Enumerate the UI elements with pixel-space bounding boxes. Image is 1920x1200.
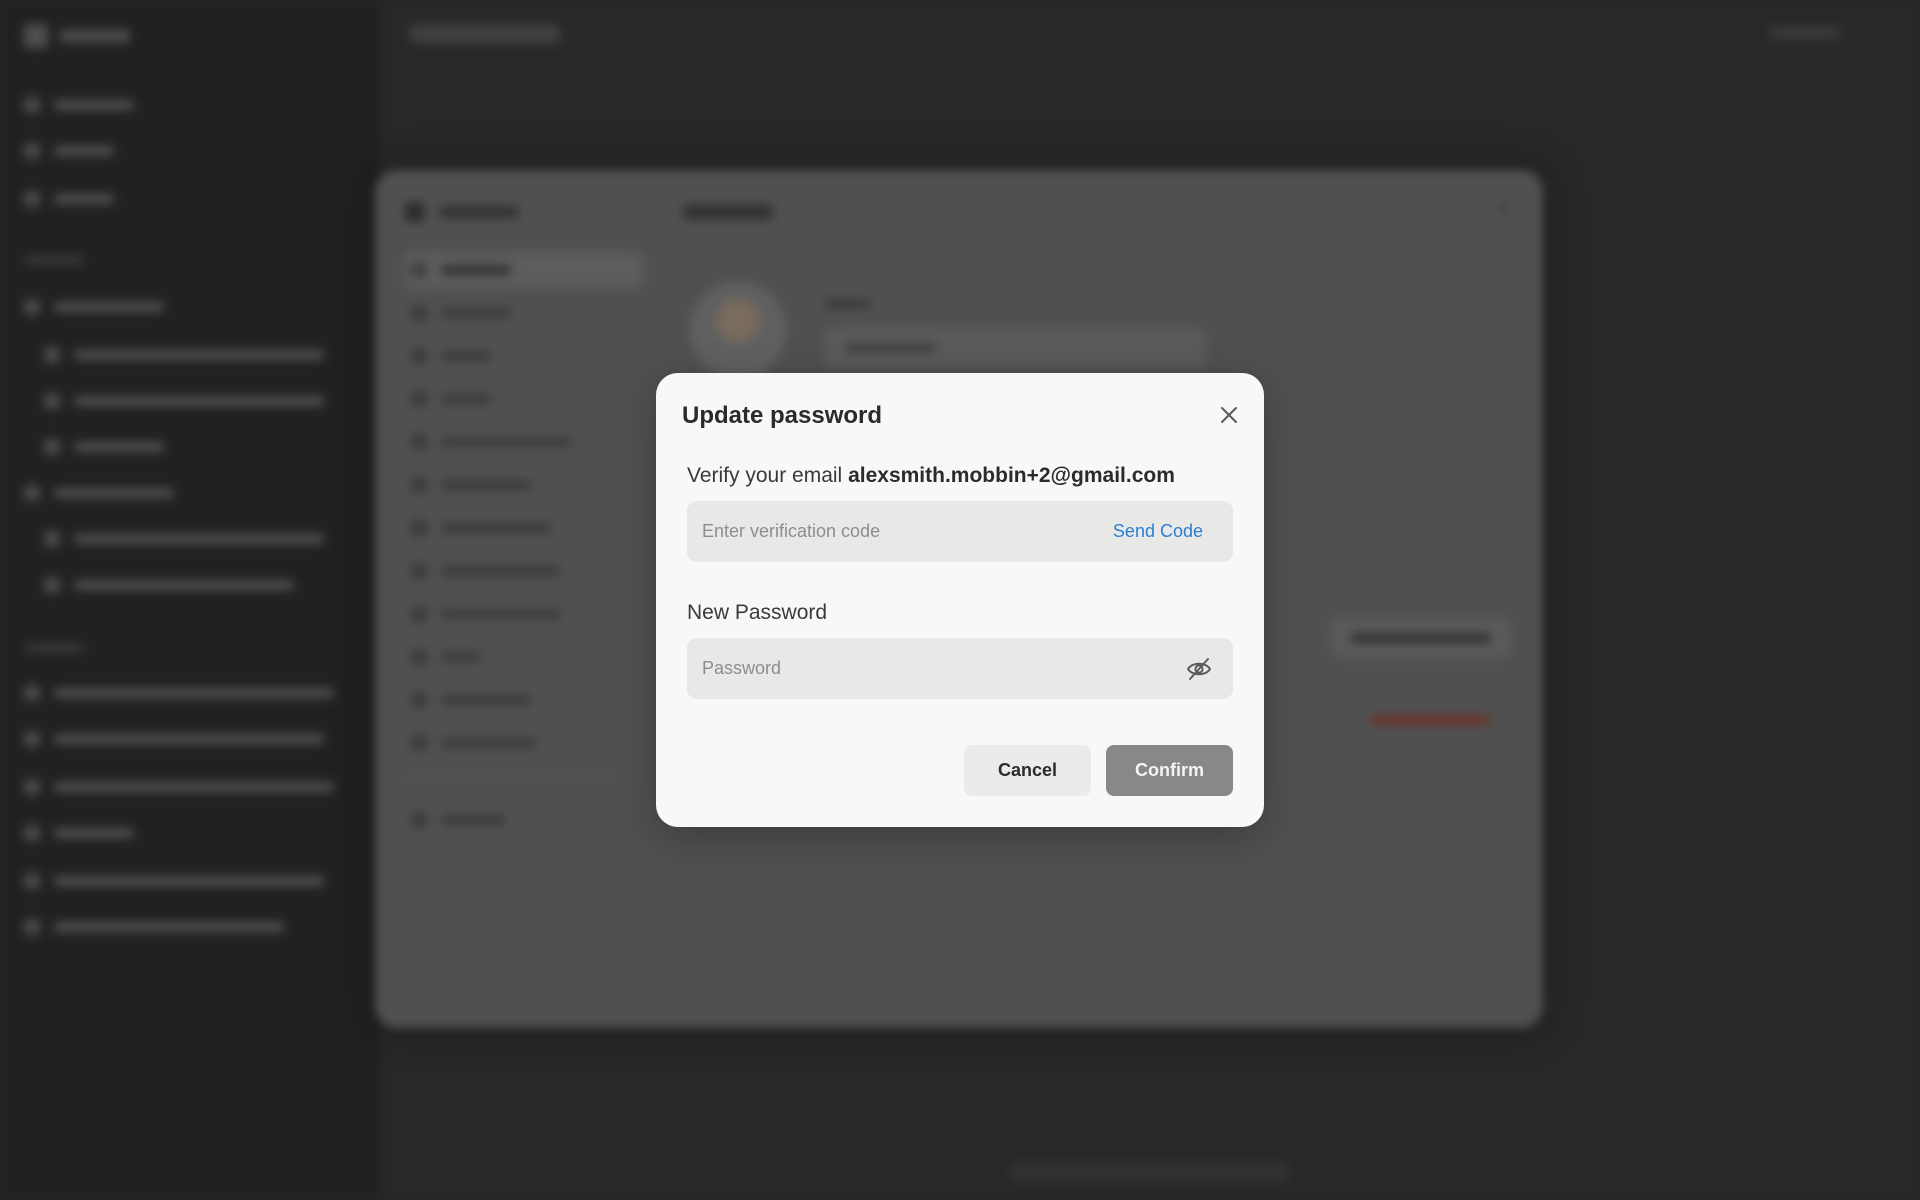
send-code-button[interactable]: Send Code — [1113, 501, 1203, 562]
close-button[interactable] — [1216, 402, 1242, 428]
eye-off-icon — [1187, 658, 1211, 680]
toggle-password-visibility-button[interactable] — [1185, 655, 1213, 683]
new-password-input[interactable] — [702, 638, 1082, 699]
new-password-label: New Password — [687, 601, 828, 624]
cancel-button[interactable]: Cancel — [964, 745, 1091, 796]
verify-prefix: Verify your email — [687, 464, 843, 487]
new-password-field — [687, 638, 1233, 699]
confirm-button[interactable]: Confirm — [1106, 745, 1233, 796]
verification-code-field: Send Code — [687, 501, 1233, 562]
verify-email-text: Verify your email alexsmith.mobbin+2@gma… — [687, 464, 1175, 488]
dialog-title: Update password — [682, 402, 883, 429]
close-icon — [1221, 407, 1237, 423]
update-password-dialog: Update password Verify your email alexsm… — [656, 373, 1264, 827]
user-email: alexsmith.mobbin+2@gmail.com — [848, 464, 1175, 487]
verification-code-input[interactable] — [702, 501, 1082, 562]
